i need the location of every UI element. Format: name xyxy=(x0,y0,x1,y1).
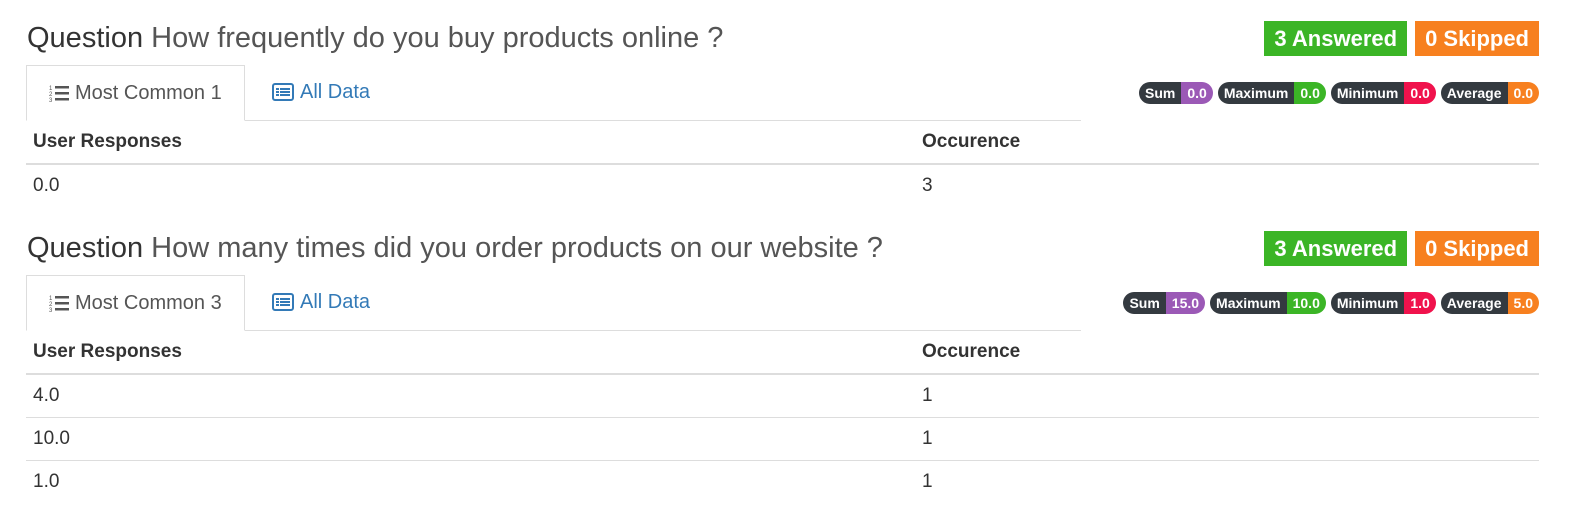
occurence-value: 3 xyxy=(922,175,933,196)
stat-maximum-label: Maximum xyxy=(1217,82,1295,104)
tab-most-common[interactable]: 123 Most Common 3 xyxy=(26,275,245,331)
stat-maximum-value: 0.0 xyxy=(1294,82,1326,104)
response-value: 10.0 xyxy=(26,417,915,461)
stat-average-label: Average xyxy=(1440,292,1508,314)
view-tabs: 123 Most Common 1 All Data xyxy=(26,65,1081,121)
question-title: Question How many times did you order pr… xyxy=(27,230,883,266)
stat-average-value: 5.0 xyxy=(1507,292,1539,314)
column-header-responses: User Responses xyxy=(26,331,915,375)
answered-badge: 3 Answered xyxy=(1264,21,1408,56)
answer-counters: 3 Answered 0 Skipped xyxy=(1264,21,1539,56)
stats-badges: Sum 0.0 Maximum 0.0 Minimum 0.0 Average 0.0 xyxy=(1139,82,1539,104)
stat-average-label: Average xyxy=(1440,82,1508,104)
list-alt-icon xyxy=(272,293,294,311)
stat-sum: Sum 0.0 xyxy=(1139,82,1213,104)
tab-most-common-label: Most Common 1 xyxy=(75,81,222,104)
svg-text:3: 3 xyxy=(49,98,53,102)
skipped-badge: 0 Skipped xyxy=(1415,231,1539,266)
ordered-list-icon: 123 xyxy=(49,296,69,312)
stat-average: Average 0.0 xyxy=(1440,82,1539,104)
table-row: 0.0 3 xyxy=(26,164,1539,207)
response-value: 1.0 xyxy=(26,460,915,503)
column-header-occurence: Occurence xyxy=(915,121,1539,165)
occurence-value: 1 xyxy=(915,417,1539,461)
table-header-row: User Responses Occurence xyxy=(26,121,1539,165)
stat-minimum: Minimum 0.0 xyxy=(1330,82,1436,104)
tab-all-data[interactable]: All Data xyxy=(250,65,392,119)
response-value: 4.0 xyxy=(33,385,60,406)
tab-all-data[interactable]: All Data xyxy=(250,275,392,329)
stat-minimum-value: 1.0 xyxy=(1404,292,1436,314)
view-tabs: 123 Most Common 3 All Data xyxy=(26,275,1081,331)
stat-minimum: Minimum 1.0 xyxy=(1330,292,1436,314)
stat-minimum-label: Minimum xyxy=(1330,82,1405,104)
tab-all-data-label: All Data xyxy=(300,80,371,103)
stats-badges: Sum 15.0 Maximum 10.0 Minimum 1.0 Average 5.… xyxy=(1123,292,1539,314)
stat-sum-label: Sum xyxy=(1123,292,1166,314)
answered-badge: 3 Answered xyxy=(1264,231,1408,266)
table-row: 1.0 1 xyxy=(26,460,1539,503)
list-alt-icon xyxy=(272,83,294,101)
stat-sum-value: 0.0 xyxy=(1181,82,1213,104)
stat-maximum-label: Maximum xyxy=(1210,292,1287,314)
svg-text:3: 3 xyxy=(49,308,53,312)
tab-most-common[interactable]: 123 Most Common 1 xyxy=(26,65,245,121)
column-header-responses: User Responses xyxy=(26,121,915,165)
table-row: 10.0 1 xyxy=(26,417,1539,461)
stat-minimum-label: Minimum xyxy=(1330,292,1405,314)
tab-all-data-label: All Data xyxy=(300,290,371,313)
response-value: 0.0 xyxy=(33,175,60,196)
stat-sum-label: Sum xyxy=(1139,82,1182,104)
tab-most-common-label: Most Common 3 xyxy=(75,291,222,314)
stat-average: Average 5.0 xyxy=(1440,292,1539,314)
occurence-value: 1 xyxy=(915,460,1539,503)
column-header-occurence: Occurence xyxy=(915,331,1539,375)
stat-average-value: 0.0 xyxy=(1507,82,1539,104)
question-label: Question xyxy=(27,22,144,54)
question-text: How many times did you order products on… xyxy=(151,232,883,264)
occurence-value: 1 xyxy=(922,385,933,406)
skipped-badge: 0 Skipped xyxy=(1415,21,1539,56)
stat-minimum-value: 0.0 xyxy=(1404,82,1436,104)
stat-sum: Sum 15.0 xyxy=(1123,292,1206,314)
ordered-list-icon: 123 xyxy=(49,86,69,102)
responses-table: User Responses Occurence 0.0 3 xyxy=(26,121,1539,207)
question-text: How frequently do you buy products onlin… xyxy=(151,22,724,54)
table-header-row: User Responses Occurence xyxy=(26,331,1539,375)
stat-maximum: Maximum 10.0 xyxy=(1210,292,1326,314)
stat-maximum: Maximum 0.0 xyxy=(1217,82,1326,104)
responses-table: User Responses Occurence 4.0 1 10.0 1 1.… xyxy=(26,331,1539,503)
table-row: 4.0 1 xyxy=(26,374,1539,418)
stat-sum-value: 15.0 xyxy=(1165,292,1206,314)
question-label: Question xyxy=(27,232,144,264)
answer-counters: 3 Answered 0 Skipped xyxy=(1264,231,1539,266)
question-title: Question How frequently do you buy produ… xyxy=(27,20,723,56)
stat-maximum-value: 10.0 xyxy=(1286,292,1326,314)
